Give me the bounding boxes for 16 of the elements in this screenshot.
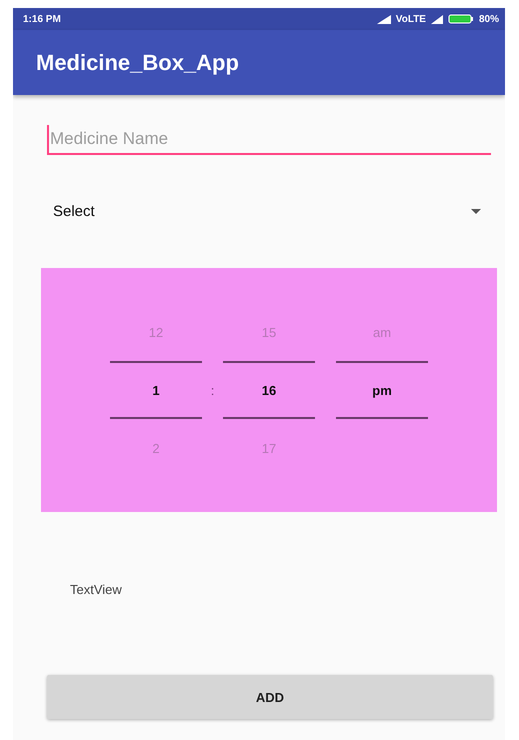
- signal-icon: [430, 14, 443, 24]
- dropdown-arrow-icon: [471, 209, 481, 214]
- time-separator: :: [210, 382, 216, 398]
- status-time: 1:16 PM: [23, 14, 61, 24]
- network-type: VoLTE: [396, 14, 426, 24]
- select-dropdown[interactable]: Select: [53, 203, 481, 220]
- battery-percent: 80%: [478, 14, 499, 24]
- battery-icon: [448, 14, 474, 24]
- medicine-name-field[interactable]: Medicine Name: [47, 125, 491, 155]
- signal-icon: [376, 14, 391, 24]
- text-view: TextView: [70, 582, 122, 597]
- picker-selected-slot[interactable]: 16: [223, 361, 315, 419]
- app-title: Medicine_Box_App: [36, 50, 239, 76]
- picker-selected-slot[interactable]: pm: [336, 361, 428, 419]
- add-button[interactable]: ADD: [47, 675, 493, 719]
- picker-selected-slot[interactable]: 1: [110, 361, 202, 419]
